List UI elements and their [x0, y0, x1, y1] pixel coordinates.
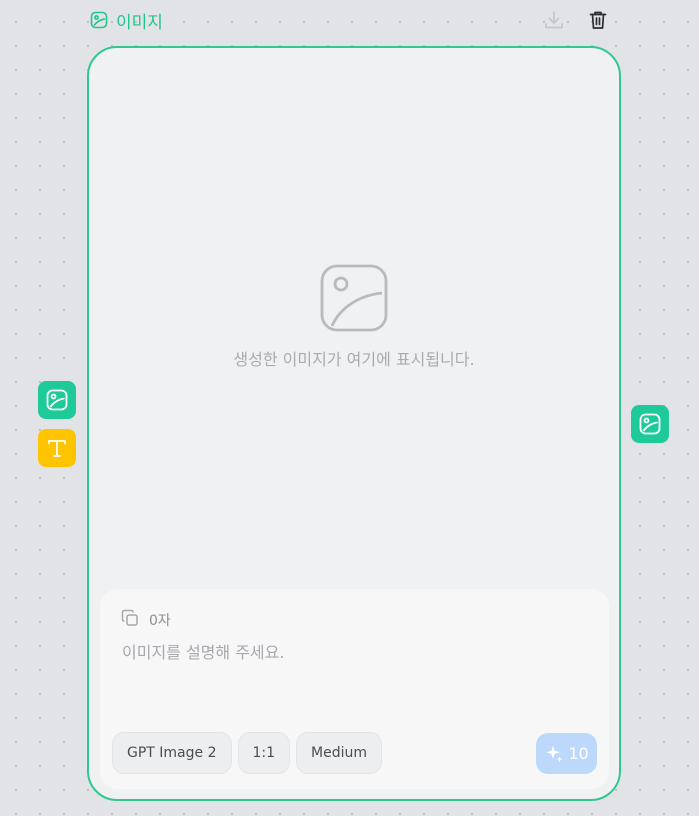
image-placeholder: 생성한 이미지가 여기에 표시됩니다.: [89, 264, 619, 370]
placeholder-text: 생성한 이미지가 여기에 표시됩니다.: [233, 350, 475, 369]
right-image-connector[interactable]: [631, 405, 669, 443]
image-icon: [90, 11, 108, 29]
delete-button[interactable]: [586, 8, 610, 32]
prompt-panel: 0자 GPT Image 2 1:1 Medium 10: [100, 589, 609, 789]
prompt-input[interactable]: [122, 639, 582, 709]
char-count-row: 0자: [121, 609, 171, 631]
download-icon: [545, 11, 563, 29]
node-header: 이미지: [90, 8, 620, 33]
node-title: 이미지: [90, 8, 163, 33]
node-title-label: 이미지: [116, 12, 163, 33]
left-image-connector[interactable]: [38, 381, 76, 419]
copy-icon[interactable]: [121, 609, 139, 631]
generate-button[interactable]: 10: [536, 733, 597, 774]
left-text-connector[interactable]: [38, 429, 76, 467]
sparkle-icon: [546, 745, 563, 762]
quality-select[interactable]: Medium: [296, 732, 383, 774]
image-placeholder-icon: [320, 264, 388, 332]
char-count: 0자: [149, 613, 171, 629]
credit-count: 10: [568, 744, 589, 763]
image-node-card[interactable]: 생성한 이미지가 여기에 표시됩니다. 0자 GPT Image 2 1:1 M…: [87, 46, 621, 801]
download-button[interactable]: [542, 8, 566, 32]
text-icon: [48, 440, 66, 457]
image-icon: [46, 389, 68, 411]
image-icon: [639, 413, 661, 435]
ratio-select[interactable]: 1:1: [237, 732, 291, 774]
model-select[interactable]: GPT Image 2: [112, 732, 232, 774]
trash-icon: [589, 11, 607, 29]
